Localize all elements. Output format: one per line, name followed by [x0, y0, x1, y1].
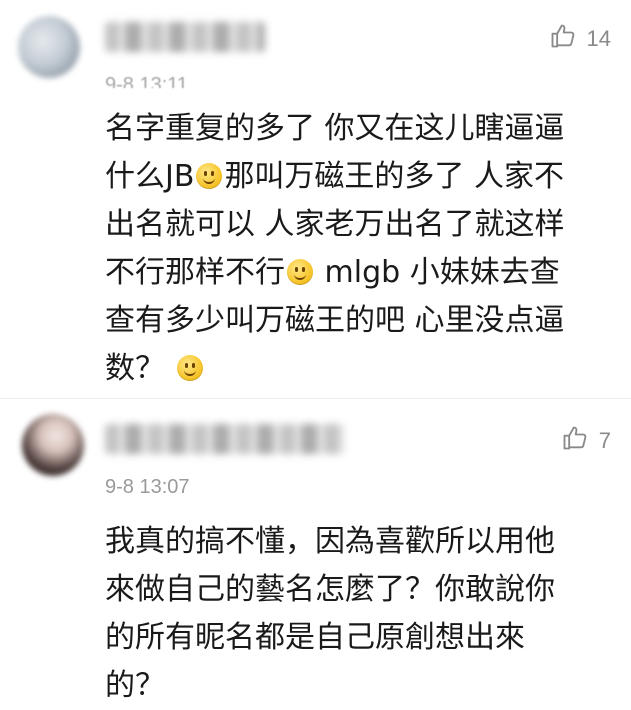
comment-line: 來做自己的藝名怎麼了？你敢說你: [105, 566, 615, 614]
comment-text-segment: 那叫万磁王的多了 人家不: [224, 159, 564, 194]
comment-text-segment: 的？: [105, 668, 165, 703]
username-blurred[interactable]: [105, 22, 265, 52]
thumbs-up-icon: [561, 424, 589, 458]
comment-line: 名字重复的多了 你又在这儿瞎逼逼: [105, 105, 615, 153]
timestamp: 9-8 13:07: [105, 476, 190, 498]
comment-text: 名字重复的多了 你又在这儿瞎逼逼 什么JB 那叫万磁王的多了 人家不出名就可以 人家…: [105, 105, 615, 393]
comment-text-segment: mlgb 小妹妹去查: [315, 255, 560, 290]
comment-text-segment: 我真的搞不懂，因為喜歡所以用他: [105, 524, 555, 559]
avatar[interactable]: [22, 414, 84, 476]
comment-line: 的所有昵名都是自己原創想出來: [105, 614, 615, 662]
like-count: 14: [586, 26, 611, 51]
comment-text-segment: 名字重复的多了 你又在这儿瞎逼逼: [105, 111, 565, 146]
timestamp: 9-8 13:11: [105, 74, 189, 88]
comment-text-segment: 什么JB: [105, 159, 195, 194]
comment-text-segment: 查有多少叫万磁王的吧 心里没点逼: [105, 303, 565, 338]
like-button[interactable]: 14: [549, 22, 611, 56]
comment-text-segment: 不行那样不行: [105, 255, 285, 290]
avatar[interactable]: [18, 16, 80, 78]
comment-item: 9-8 13:11 14 名字重复的多了 你又在这儿瞎逼逼 什么JB 那叫万磁王的多…: [0, 0, 631, 398]
comment-line: 查有多少叫万磁王的吧 心里没点逼: [105, 297, 615, 345]
comment-line: 的？: [105, 662, 615, 710]
comment-line: 什么JB 那叫万磁王的多了 人家不: [105, 153, 615, 201]
like-button[interactable]: 7: [561, 424, 611, 458]
username-blurred[interactable]: [105, 424, 345, 454]
thumbs-up-icon: [549, 22, 577, 56]
smile-emoji-icon: [176, 355, 203, 381]
like-count: 7: [598, 428, 611, 453]
comment-text-segment: 的所有昵名都是自己原創想出來: [105, 620, 525, 655]
comment-line: 我真的搞不懂，因為喜歡所以用他: [105, 518, 615, 566]
divider: [0, 398, 631, 399]
smile-emoji-icon: [196, 163, 223, 189]
comment-line: 出名就可以 人家老万出名了就这样: [105, 201, 615, 249]
comment-text-segment: 出名就可以 人家老万出名了就这样: [105, 207, 565, 242]
smile-emoji-icon: [287, 259, 313, 285]
comment-text-segment: 來做自己的藝名怎麼了？你敢說你: [105, 572, 555, 607]
comment-text: 我真的搞不懂，因為喜歡所以用他 來做自己的藝名怎麼了？你敢說你 的所有昵名都是自己原…: [105, 518, 615, 710]
comment-line: 不行那样不行 mlgb 小妹妹去查: [105, 249, 615, 297]
comment-item: 9-8 13:07 7 我真的搞不懂，因為喜歡所以用他 來做自己的藝名怎麼了？你敢…: [0, 400, 631, 703]
comment-text-segment: 数？: [105, 351, 175, 386]
comment-line: 数？: [105, 345, 615, 393]
